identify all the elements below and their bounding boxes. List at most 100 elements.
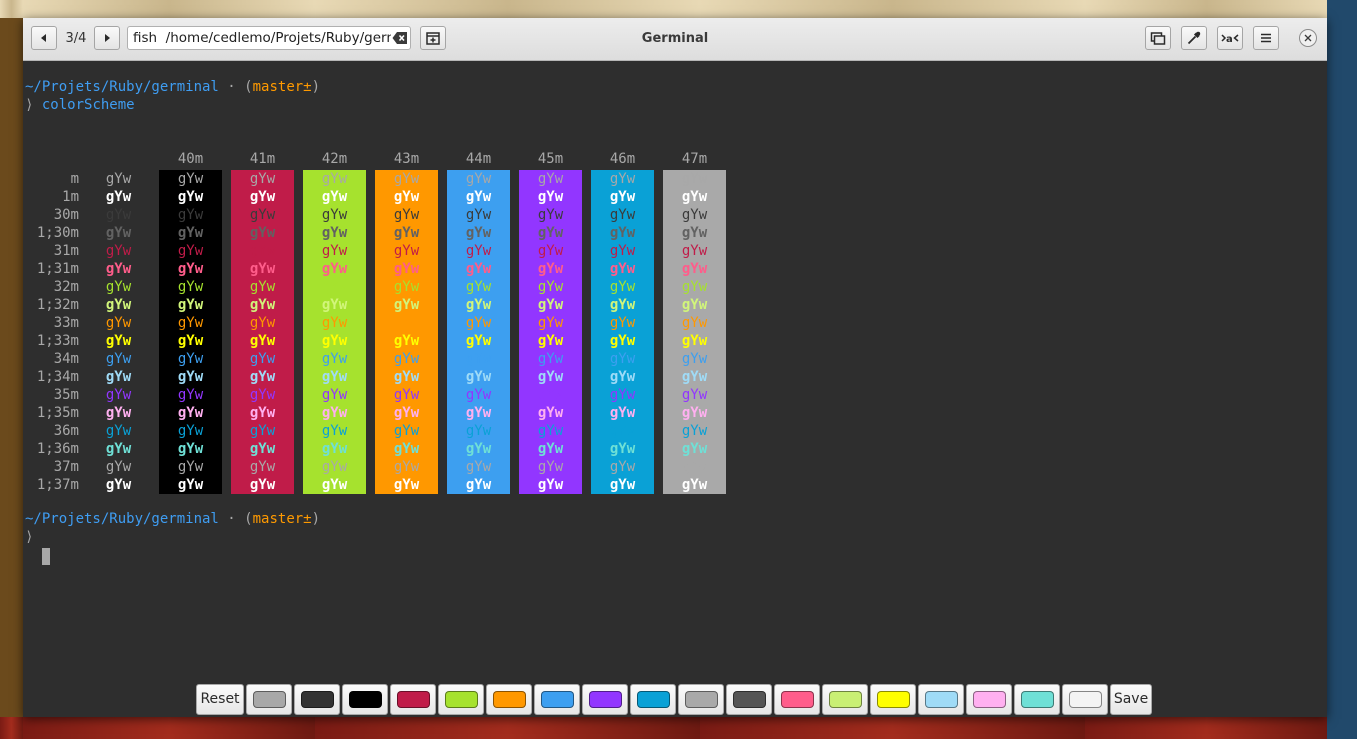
sample-cell: gYw [537, 297, 564, 313]
sample-cell: gYw [393, 477, 420, 493]
sample-cell: gYw [177, 297, 204, 313]
palette-color-button[interactable] [438, 684, 484, 715]
palette-color-button[interactable] [726, 684, 772, 715]
palette-color-button[interactable] [390, 684, 436, 715]
sample-cell: gYw [393, 441, 420, 457]
sample-cell: gYw [465, 261, 492, 277]
palette-color-button[interactable] [678, 684, 724, 715]
sample-cell: gYw [321, 225, 348, 241]
sample-cell: gYw [321, 477, 348, 493]
color-picker-button[interactable] [1181, 26, 1207, 50]
sample-cell: gYw [249, 459, 276, 475]
color-swatch [397, 691, 430, 708]
sample-cell: gYw [177, 189, 204, 205]
sample-cell: gYw [177, 333, 204, 349]
sample-cell: gYw [177, 207, 204, 223]
sample-cell: gYw [465, 243, 492, 259]
sample-cell: gYw [609, 225, 636, 241]
palette-color-button[interactable] [1014, 684, 1060, 715]
save-button[interactable]: Save [1110, 684, 1152, 715]
palette-color-button[interactable] [342, 684, 388, 715]
sample-cell: gYw [105, 405, 132, 421]
menu-button[interactable] [1253, 26, 1279, 50]
palette-color-button[interactable] [1062, 684, 1108, 715]
sample-cell: gYw [105, 441, 132, 457]
sample-cell: gYw [177, 405, 204, 421]
color-swatch [973, 691, 1006, 708]
sample-cell: gYw [465, 477, 492, 493]
sample-cell: gYw [537, 405, 564, 421]
wallpaper-panel [0, 0, 23, 739]
sample-cell: gYw [321, 351, 348, 367]
sample-cell: gYw [609, 189, 636, 205]
sample-cell: gYw [609, 387, 636, 403]
sample-cell: gYw [537, 333, 564, 349]
color-swatch [637, 691, 670, 708]
overview-icon [1150, 32, 1166, 45]
palette-color-button[interactable] [630, 684, 676, 715]
font-selector-button[interactable]: a [1217, 26, 1243, 50]
color-swatch [349, 691, 382, 708]
sample-cell: gYw [321, 297, 348, 313]
command-text: colorScheme [41, 97, 135, 113]
row-label: 36m [53, 423, 79, 439]
sample-cell: gYw [321, 243, 348, 259]
sample-cell: gYw [465, 279, 492, 295]
sample-cell: gYw [249, 441, 276, 457]
palette-color-button[interactable] [534, 684, 580, 715]
terminal-path-field[interactable]: fish /home/cedlemo/Projets/Ruby/germinal [127, 26, 411, 50]
sample-cell: gYw [537, 243, 564, 259]
next-terminal-button[interactable] [94, 26, 120, 50]
color-swatch [589, 691, 622, 708]
sample-cell: gYw [249, 189, 276, 205]
color-swatch [733, 691, 766, 708]
overview-button[interactable] [1145, 26, 1171, 50]
sample-cell: gYw [681, 243, 708, 259]
palette-color-button[interactable] [918, 684, 964, 715]
sample-cell: gYw [609, 459, 636, 475]
sample-cell: gYw [393, 297, 420, 313]
color-swatch [1021, 691, 1054, 708]
color-swatch [1069, 691, 1102, 708]
sample-cell: gYw [393, 351, 420, 367]
sample-cell: gYw [393, 459, 420, 475]
close-icon [1304, 34, 1312, 42]
sample-cell: gYw [393, 189, 420, 205]
sample-cell: gYw [393, 171, 420, 187]
palette-color-button[interactable] [294, 684, 340, 715]
sample-cell: gYw [681, 261, 708, 277]
sample-cell: gYw [105, 477, 132, 493]
sample-cell: gYw [537, 369, 564, 385]
palette-color-button[interactable] [774, 684, 820, 715]
palette-color-button[interactable] [486, 684, 532, 715]
sample-cell: gYw [465, 387, 492, 403]
sample-cell: gYw [105, 423, 132, 439]
palette-color-button[interactable] [246, 684, 292, 715]
sample-cell: gYw [609, 297, 636, 313]
sample-cell: gYw [249, 405, 276, 421]
sample-cell: gYw [177, 351, 204, 367]
palette-color-button[interactable] [870, 684, 916, 715]
palette-color-button[interactable] [966, 684, 1012, 715]
sample-cell: gYw [609, 441, 636, 457]
sample-cell: gYw [609, 369, 636, 385]
sample-cell: gYw [393, 405, 420, 421]
row-label: 35m [53, 387, 79, 403]
sample-cell: gYw [321, 315, 348, 331]
row-label: 1;33m [36, 333, 79, 349]
terminal-view[interactable]: ~/Projets/Ruby/germinal · (master±) ⟩ co… [23, 61, 1327, 717]
palette-color-button[interactable] [582, 684, 628, 715]
new-tab-button[interactable] [420, 26, 446, 50]
column-header: 45m [537, 151, 564, 167]
sample-cell: gYw [321, 189, 348, 205]
sample-cell: gYw [465, 189, 492, 205]
sample-cell: gYw [177, 387, 204, 403]
clear-text-icon[interactable] [392, 31, 408, 45]
prev-terminal-button[interactable] [31, 26, 57, 50]
sample-cell: gYw [465, 459, 492, 475]
sample-cell: gYw [321, 279, 348, 295]
sample-cell: gYw [249, 297, 276, 313]
palette-color-button[interactable] [822, 684, 868, 715]
close-button[interactable] [1299, 29, 1317, 47]
reset-button[interactable]: Reset [196, 684, 244, 715]
